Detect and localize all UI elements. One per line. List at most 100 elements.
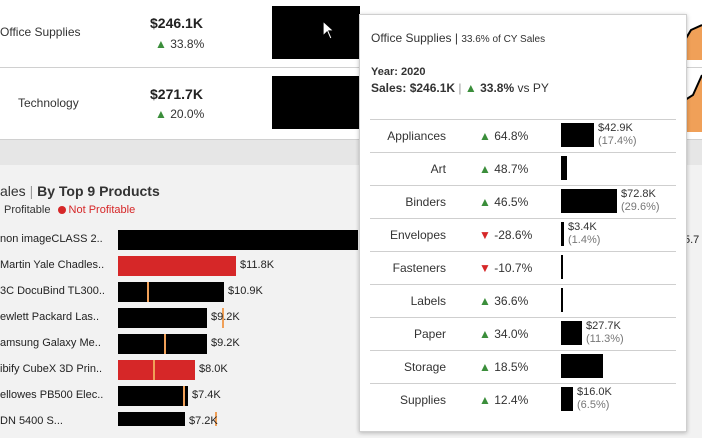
tooltip-row-divider (370, 152, 676, 153)
trend-area (685, 75, 702, 132)
trend-chart[interactable] (684, 0, 702, 140)
product-bar[interactable] (118, 256, 236, 276)
tooltip-sales-bar (561, 321, 582, 345)
prior-year-marker (164, 334, 166, 354)
tooltip-sales-value: $27.7K (11.3%) (586, 320, 624, 345)
tooltip-sales-bar (561, 354, 603, 378)
tooltip-subcategory-name: Art (430, 162, 446, 176)
up-arrow-icon: ▲ (479, 360, 491, 374)
profit-legend: Profitable Not Profitable (4, 204, 135, 216)
category-name[interactable]: Technology (18, 96, 79, 110)
product-bar[interactable] (118, 360, 195, 380)
product-bar[interactable] (118, 386, 188, 406)
up-arrow-icon: ▲ (479, 162, 491, 176)
up-arrow-icon: ▲ (464, 81, 477, 95)
tooltip-subcategory-name: Fasteners (392, 261, 446, 275)
product-label[interactable]: DN 5400 S... (0, 415, 116, 427)
product-bar[interactable] (118, 282, 224, 302)
product-label[interactable]: 3C DocuBind TL300.. (0, 285, 116, 297)
tooltip-title: Office Supplies | 33.6% of CY Sales (371, 31, 546, 45)
tooltip-sales-bar (561, 156, 567, 180)
tooltip-subcategory-name: Supplies (399, 393, 446, 407)
tooltip-subcategory-name: Appliances (387, 129, 446, 143)
product-bar[interactable] (118, 308, 207, 328)
tooltip-row-divider (370, 383, 676, 384)
tooltip-sales-value: $72.8K (29.6%) (621, 188, 660, 213)
tooltip-row-divider (370, 218, 676, 219)
product-bar-value: $8.0K (199, 363, 228, 375)
tooltip-subcategory-change: ▼ -28.6% (479, 228, 533, 242)
up-arrow-icon: ▲ (479, 195, 491, 209)
down-arrow-icon: ▼ (479, 228, 491, 242)
tooltip-row-divider (370, 317, 676, 318)
category-change: ▲ 33.8% (155, 37, 205, 51)
product-label[interactable]: non imageCLASS 2.. (0, 233, 116, 245)
not-profitable-dot-icon (57, 206, 66, 215)
tooltip-row-divider (370, 251, 676, 252)
up-arrow-icon: ▲ (479, 393, 491, 407)
prior-year-marker (183, 386, 185, 406)
tooltip-subcategory-name: Labels (410, 294, 446, 308)
up-arrow-icon: ▲ (479, 129, 491, 143)
tooltip-subcategory-name: Envelopes (389, 228, 446, 242)
product-bar-value: $7.2K (189, 415, 218, 427)
product-bar-value: $9.2K (211, 337, 240, 349)
tooltip-row-divider (370, 350, 676, 351)
category-sales-value: $271.7K (150, 86, 203, 102)
tooltip-sales-value: $3.4K (1.4%) (568, 221, 601, 246)
legend-not-profitable[interactable]: Not Profitable (69, 204, 136, 216)
tooltip-subcategory-change: ▲ 34.0% (479, 327, 529, 341)
category-change: ▲ 20.0% (155, 107, 205, 121)
tooltip-subcategory-change: ▲ 36.6% (479, 294, 529, 308)
product-bar-value: $10.9K (228, 285, 263, 297)
tooltip-subcategory-change: ▲ 48.7% (479, 162, 529, 176)
trend-area (685, 25, 702, 60)
category-sparkline-bar[interactable] (272, 76, 360, 129)
tooltip-subcategory-change: ▼ -10.7% (479, 261, 533, 275)
tooltip-row-divider (370, 119, 676, 120)
category-name[interactable]: Office Supplies (0, 25, 81, 39)
tooltip: Office Supplies | 33.6% of CY Sales Year… (359, 14, 687, 432)
up-arrow-icon: ▲ (155, 107, 167, 121)
tooltip-subcategory-name: Binders (405, 195, 446, 209)
product-bar-value: $7.4K (192, 389, 221, 401)
tooltip-year: Year: 2020 (371, 66, 426, 78)
tooltip-sales-bar (561, 288, 563, 312)
product-label[interactable]: Martin Yale Chadles.. (0, 259, 116, 271)
prior-year-marker (147, 282, 149, 302)
product-bar-value: $9.2K (211, 311, 240, 323)
tooltip-sales-bar (561, 123, 594, 147)
product-bar-value: $11.8K (240, 259, 275, 271)
tooltip-subcategory-change: ▲ 64.8% (479, 129, 529, 143)
tooltip-row-divider (370, 185, 676, 186)
category-sales-value: $246.1K (150, 15, 203, 31)
legend-profitable[interactable]: Profitable (4, 204, 50, 216)
up-arrow-icon: ▲ (479, 294, 491, 308)
product-label[interactable]: ellowes PB500 Elec.. (0, 389, 116, 401)
tooltip-sales-value: $42.9K (17.4%) (598, 122, 637, 147)
tooltip-subcategory-name: Paper (413, 327, 446, 341)
up-arrow-icon: ▲ (155, 37, 167, 51)
tooltip-sales-bar (561, 387, 573, 411)
product-label[interactable]: amsung Galaxy Me.. (0, 337, 116, 349)
prior-year-marker (153, 360, 155, 380)
trend-chart-svg (684, 24, 702, 132)
tooltip-subcategory-change: ▲ 12.4% (479, 393, 529, 407)
tooltip-sales-value: $16.0K (6.5%) (577, 386, 612, 411)
down-arrow-icon: ▼ (479, 261, 491, 275)
tooltip-row-divider (370, 284, 676, 285)
product-bar[interactable] (118, 334, 207, 354)
tooltip-sales-bar (561, 255, 563, 279)
tooltip-subcategory-name: Storage (403, 360, 446, 374)
product-label[interactable]: ewlett Packard Las.. (0, 311, 116, 323)
tooltip-subcategory-change: ▲ 46.5% (479, 195, 529, 209)
product-bar[interactable] (118, 412, 185, 426)
tooltip-sales: Sales: $246.1K | ▲ 33.8% vs PY (371, 81, 549, 95)
mouse-cursor-icon (322, 19, 336, 45)
category-sparkline-bar[interactable] (272, 6, 360, 59)
tooltip-sales-bar (561, 222, 564, 246)
up-arrow-icon: ▲ (479, 327, 491, 341)
products-section-title: ales | By Top 9 Products (0, 183, 160, 199)
product-label[interactable]: ibify CubeX 3D Prin.. (0, 363, 116, 375)
product-bar[interactable] (118, 230, 358, 250)
